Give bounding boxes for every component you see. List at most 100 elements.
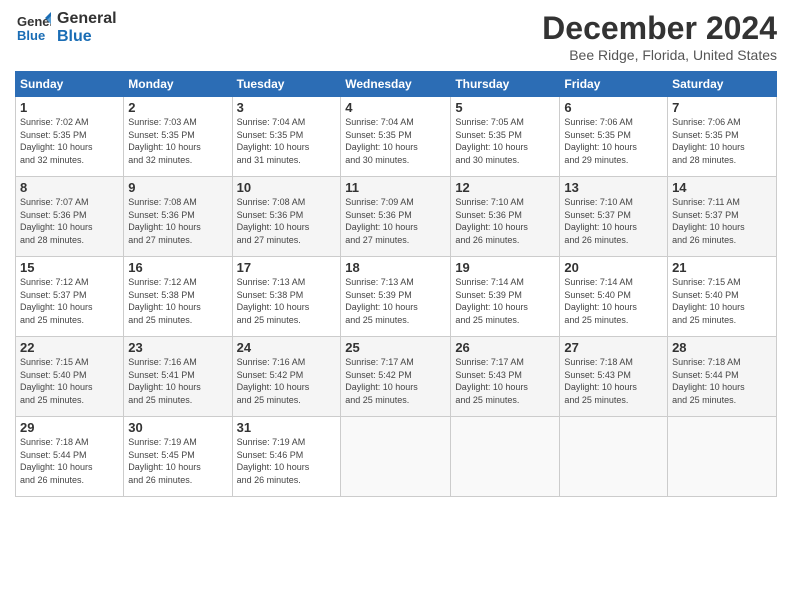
day-info: Sunrise: 7:10 AM Sunset: 5:36 PM Dayligh… (455, 196, 555, 246)
day-number: 7 (672, 100, 772, 115)
calendar-cell: 6Sunrise: 7:06 AM Sunset: 5:35 PM Daylig… (560, 97, 668, 177)
calendar-cell: 30Sunrise: 7:19 AM Sunset: 5:45 PM Dayli… (124, 417, 232, 497)
calendar-table: SundayMondayTuesdayWednesdayThursdayFrid… (15, 71, 777, 497)
calendar-cell: 26Sunrise: 7:17 AM Sunset: 5:43 PM Dayli… (451, 337, 560, 417)
day-number: 8 (20, 180, 119, 195)
day-number: 10 (237, 180, 337, 195)
page: General Blue General Blue December 2024 … (0, 0, 792, 612)
day-info: Sunrise: 7:13 AM Sunset: 5:39 PM Dayligh… (345, 276, 446, 326)
day-number: 13 (564, 180, 663, 195)
day-header-monday: Monday (124, 72, 232, 97)
day-info: Sunrise: 7:05 AM Sunset: 5:35 PM Dayligh… (455, 116, 555, 166)
logo-blue: Blue (57, 28, 117, 46)
day-info: Sunrise: 7:12 AM Sunset: 5:37 PM Dayligh… (20, 276, 119, 326)
day-number: 19 (455, 260, 555, 275)
day-info: Sunrise: 7:16 AM Sunset: 5:42 PM Dayligh… (237, 356, 337, 406)
day-header-wednesday: Wednesday (341, 72, 451, 97)
calendar-cell: 12Sunrise: 7:10 AM Sunset: 5:36 PM Dayli… (451, 177, 560, 257)
day-number: 22 (20, 340, 119, 355)
calendar-cell: 29Sunrise: 7:18 AM Sunset: 5:44 PM Dayli… (16, 417, 124, 497)
calendar-cell: 20Sunrise: 7:14 AM Sunset: 5:40 PM Dayli… (560, 257, 668, 337)
day-number: 24 (237, 340, 337, 355)
calendar-cell: 23Sunrise: 7:16 AM Sunset: 5:41 PM Dayli… (124, 337, 232, 417)
calendar-cell: 2Sunrise: 7:03 AM Sunset: 5:35 PM Daylig… (124, 97, 232, 177)
day-number: 4 (345, 100, 446, 115)
day-info: Sunrise: 7:11 AM Sunset: 5:37 PM Dayligh… (672, 196, 772, 246)
day-header-thursday: Thursday (451, 72, 560, 97)
day-info: Sunrise: 7:19 AM Sunset: 5:45 PM Dayligh… (128, 436, 227, 486)
calendar-cell: 4Sunrise: 7:04 AM Sunset: 5:35 PM Daylig… (341, 97, 451, 177)
day-info: Sunrise: 7:15 AM Sunset: 5:40 PM Dayligh… (20, 356, 119, 406)
week-row-1: 1Sunrise: 7:02 AM Sunset: 5:35 PM Daylig… (16, 97, 777, 177)
week-row-2: 8Sunrise: 7:07 AM Sunset: 5:36 PM Daylig… (16, 177, 777, 257)
day-number: 25 (345, 340, 446, 355)
day-info: Sunrise: 7:18 AM Sunset: 5:44 PM Dayligh… (20, 436, 119, 486)
calendar-cell: 16Sunrise: 7:12 AM Sunset: 5:38 PM Dayli… (124, 257, 232, 337)
calendar-cell: 21Sunrise: 7:15 AM Sunset: 5:40 PM Dayli… (668, 257, 777, 337)
day-header-tuesday: Tuesday (232, 72, 341, 97)
day-info: Sunrise: 7:19 AM Sunset: 5:46 PM Dayligh… (237, 436, 337, 486)
logo-general: General (57, 10, 117, 28)
day-info: Sunrise: 7:18 AM Sunset: 5:43 PM Dayligh… (564, 356, 663, 406)
calendar-cell: 15Sunrise: 7:12 AM Sunset: 5:37 PM Dayli… (16, 257, 124, 337)
days-header-row: SundayMondayTuesdayWednesdayThursdayFrid… (16, 72, 777, 97)
day-info: Sunrise: 7:14 AM Sunset: 5:39 PM Dayligh… (455, 276, 555, 326)
calendar-cell: 18Sunrise: 7:13 AM Sunset: 5:39 PM Dayli… (341, 257, 451, 337)
week-row-5: 29Sunrise: 7:18 AM Sunset: 5:44 PM Dayli… (16, 417, 777, 497)
calendar-subtitle: Bee Ridge, Florida, United States (542, 47, 777, 63)
day-number: 3 (237, 100, 337, 115)
calendar-cell: 17Sunrise: 7:13 AM Sunset: 5:38 PM Dayli… (232, 257, 341, 337)
calendar-cell: 10Sunrise: 7:08 AM Sunset: 5:36 PM Dayli… (232, 177, 341, 257)
day-number: 21 (672, 260, 772, 275)
day-info: Sunrise: 7:17 AM Sunset: 5:43 PM Dayligh… (455, 356, 555, 406)
logo: General Blue General Blue (15, 10, 117, 46)
calendar-title: December 2024 (542, 10, 777, 47)
day-number: 1 (20, 100, 119, 115)
calendar-cell: 27Sunrise: 7:18 AM Sunset: 5:43 PM Dayli… (560, 337, 668, 417)
day-info: Sunrise: 7:07 AM Sunset: 5:36 PM Dayligh… (20, 196, 119, 246)
day-number: 27 (564, 340, 663, 355)
title-section: December 2024 Bee Ridge, Florida, United… (542, 10, 777, 63)
day-number: 30 (128, 420, 227, 435)
day-number: 14 (672, 180, 772, 195)
day-info: Sunrise: 7:06 AM Sunset: 5:35 PM Dayligh… (672, 116, 772, 166)
day-info: Sunrise: 7:06 AM Sunset: 5:35 PM Dayligh… (564, 116, 663, 166)
day-info: Sunrise: 7:08 AM Sunset: 5:36 PM Dayligh… (128, 196, 227, 246)
day-number: 28 (672, 340, 772, 355)
day-number: 2 (128, 100, 227, 115)
day-info: Sunrise: 7:09 AM Sunset: 5:36 PM Dayligh… (345, 196, 446, 246)
day-header-friday: Friday (560, 72, 668, 97)
day-header-sunday: Sunday (16, 72, 124, 97)
header: General Blue General Blue December 2024 … (15, 10, 777, 63)
calendar-cell: 7Sunrise: 7:06 AM Sunset: 5:35 PM Daylig… (668, 97, 777, 177)
day-info: Sunrise: 7:14 AM Sunset: 5:40 PM Dayligh… (564, 276, 663, 326)
week-row-3: 15Sunrise: 7:12 AM Sunset: 5:37 PM Dayli… (16, 257, 777, 337)
day-number: 18 (345, 260, 446, 275)
day-info: Sunrise: 7:04 AM Sunset: 5:35 PM Dayligh… (345, 116, 446, 166)
day-number: 29 (20, 420, 119, 435)
logo-icon: General Blue (15, 10, 51, 46)
calendar-cell: 1Sunrise: 7:02 AM Sunset: 5:35 PM Daylig… (16, 97, 124, 177)
calendar-cell: 9Sunrise: 7:08 AM Sunset: 5:36 PM Daylig… (124, 177, 232, 257)
calendar-cell: 24Sunrise: 7:16 AM Sunset: 5:42 PM Dayli… (232, 337, 341, 417)
day-number: 5 (455, 100, 555, 115)
calendar-cell: 13Sunrise: 7:10 AM Sunset: 5:37 PM Dayli… (560, 177, 668, 257)
day-number: 17 (237, 260, 337, 275)
svg-text:General: General (17, 14, 51, 29)
day-info: Sunrise: 7:04 AM Sunset: 5:35 PM Dayligh… (237, 116, 337, 166)
calendar-cell: 14Sunrise: 7:11 AM Sunset: 5:37 PM Dayli… (668, 177, 777, 257)
day-number: 12 (455, 180, 555, 195)
calendar-cell (560, 417, 668, 497)
day-info: Sunrise: 7:16 AM Sunset: 5:41 PM Dayligh… (128, 356, 227, 406)
week-row-4: 22Sunrise: 7:15 AM Sunset: 5:40 PM Dayli… (16, 337, 777, 417)
day-info: Sunrise: 7:02 AM Sunset: 5:35 PM Dayligh… (20, 116, 119, 166)
day-info: Sunrise: 7:10 AM Sunset: 5:37 PM Dayligh… (564, 196, 663, 246)
day-number: 9 (128, 180, 227, 195)
calendar-cell: 28Sunrise: 7:18 AM Sunset: 5:44 PM Dayli… (668, 337, 777, 417)
day-info: Sunrise: 7:03 AM Sunset: 5:35 PM Dayligh… (128, 116, 227, 166)
day-info: Sunrise: 7:08 AM Sunset: 5:36 PM Dayligh… (237, 196, 337, 246)
calendar-cell: 31Sunrise: 7:19 AM Sunset: 5:46 PM Dayli… (232, 417, 341, 497)
svg-text:Blue: Blue (17, 28, 45, 43)
day-number: 15 (20, 260, 119, 275)
calendar-cell (668, 417, 777, 497)
